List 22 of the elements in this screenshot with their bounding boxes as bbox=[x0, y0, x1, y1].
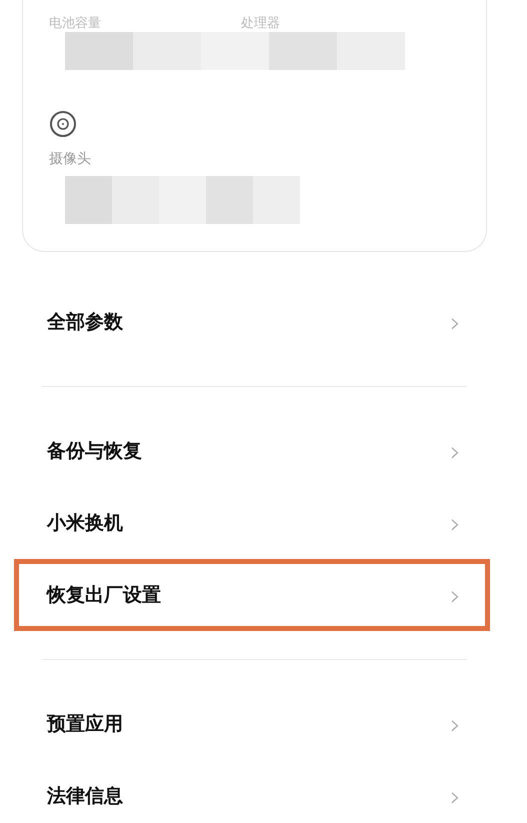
camera-icon bbox=[49, 110, 77, 138]
chevron-icon: › bbox=[450, 506, 461, 540]
chevron-icon: › bbox=[450, 306, 461, 338]
spec-label: 摄像头 bbox=[49, 150, 92, 168]
chevron-icon: › bbox=[450, 780, 461, 812]
settings-row[interactable]: 法律信息 › bbox=[14, 760, 490, 823]
settings-row[interactable]: 小米换机 › bbox=[14, 487, 490, 559]
row-label: 备份与恢复 bbox=[47, 439, 142, 464]
chevron-icon: › bbox=[450, 708, 461, 740]
chevron-icon: › bbox=[450, 434, 461, 468]
chevron-icon: › bbox=[450, 578, 461, 612]
row-label: 预置应用 bbox=[47, 712, 123, 737]
row-label: 小米换机 bbox=[47, 511, 123, 536]
spec-label: 处理器 bbox=[241, 15, 280, 32]
settings-row[interactable]: 预置应用 › bbox=[14, 688, 490, 760]
row-label: 全部参数 bbox=[47, 310, 123, 335]
spec-label: 电池容量 bbox=[49, 15, 101, 32]
row-label: 法律信息 bbox=[47, 784, 123, 809]
settings-row[interactable]: 恢复出厂设置 › bbox=[14, 559, 490, 631]
settings-row[interactable]: 备份与恢复 › bbox=[14, 415, 490, 487]
settings-row[interactable]: 全部参数 › bbox=[14, 286, 490, 358]
row-label: 恢复出厂设置 bbox=[47, 583, 161, 608]
